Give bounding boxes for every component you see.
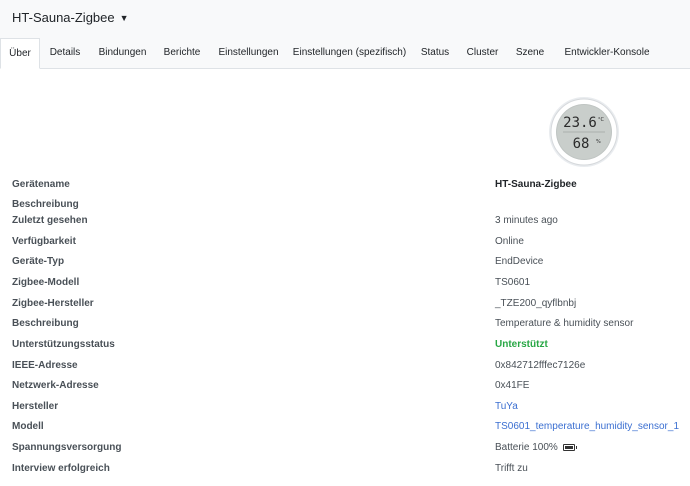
- tab-status[interactable]: Status: [413, 38, 457, 68]
- property-value: HT-Sauna-Zigbee: [495, 179, 577, 190]
- property-label: Zuletzt gesehen: [12, 215, 88, 226]
- property-label: Gerätename: [12, 179, 70, 190]
- property-value: 3 minutes ago: [495, 215, 558, 226]
- property-row: Gerätename HT-Sauna-Zigbee: [0, 176, 690, 194]
- property-value-text: 0x41FE: [495, 380, 530, 391]
- property-value: TS0601: [495, 277, 530, 288]
- property-label: Interview erfolgreich: [12, 463, 110, 474]
- property-value: Trifft zu: [495, 463, 528, 474]
- property-row: Zuletzt gesehen 3 minutes ago: [0, 212, 690, 230]
- header-bar: HT-Sauna-Zigbee ▼: [0, 0, 690, 38]
- property-value-link[interactable]: TS0601_temperature_humidity_sensor_1: [495, 421, 679, 432]
- tab-über[interactable]: Über: [0, 38, 40, 69]
- property-row: IEEE-Adresse 0x842712fffec7126e: [0, 357, 690, 375]
- property-value: Batterie 100%: [495, 442, 577, 453]
- tab-szene[interactable]: Szene: [508, 38, 552, 68]
- property-row: Beschreibung Temperature & humidity senso…: [0, 315, 690, 333]
- property-value: Online: [495, 236, 524, 247]
- property-label: Zigbee-Modell: [12, 277, 80, 288]
- property-value-text: TS0601: [495, 277, 531, 288]
- property-row: Interview erfolgreich Trifft zu: [0, 460, 690, 478]
- property-value: Unterstützt: [495, 339, 548, 350]
- svg-text:68: 68: [573, 136, 590, 152]
- property-label: Modell: [12, 421, 44, 432]
- property-label: IEEE-Adresse: [12, 360, 78, 371]
- property-value-text: _TZE200_qyflbnbj: [495, 298, 577, 309]
- property-value-link[interactable]: TuYa: [495, 401, 518, 412]
- property-row: Zigbee-Modell TS0601: [0, 274, 690, 292]
- property-label: Beschreibung: [12, 199, 79, 210]
- svg-text:23.6: 23.6: [563, 115, 597, 131]
- property-value: 0x842712fffec7126e: [495, 360, 585, 371]
- property-label: Zigbee-Hersteller: [12, 298, 94, 309]
- property-value-text: HT-Sauna-Zigbee: [495, 179, 577, 190]
- property-value-text: Online: [495, 236, 524, 247]
- property-value-text[interactable]: TuYa: [495, 401, 518, 412]
- tab-cluster[interactable]: Cluster: [457, 38, 508, 68]
- property-value-text: 0x842712fffec7126e: [495, 360, 586, 371]
- tab-einstellungen[interactable]: Einstellungen: [209, 38, 288, 68]
- property-value-text: Unterstützt: [495, 339, 548, 350]
- property-value-text[interactable]: TS0601_temperature_humidity_sensor_1: [495, 421, 679, 432]
- property-value-text: Temperature & humidity sensor: [495, 318, 634, 329]
- property-value: _TZE200_qyflbnbj: [495, 298, 576, 309]
- property-row: Hersteller TuYa: [0, 398, 690, 416]
- property-row: Modell TS0601_temperature_humidity_sensor…: [0, 418, 690, 436]
- tab-entwickler-konsole[interactable]: Entwickler-Konsole: [552, 38, 662, 68]
- property-value: 0x41FE: [495, 380, 529, 391]
- property-label: Geräte-Typ: [12, 256, 65, 267]
- property-value-text: Batterie 100%: [495, 442, 558, 453]
- tab-berichte[interactable]: Berichte: [155, 38, 209, 68]
- chevron-down-icon: ▼: [119, 12, 129, 23]
- property-label: Spannungsversorgung: [12, 442, 122, 453]
- device-title-dropdown[interactable]: HT-Sauna-Zigbee ▼: [12, 10, 129, 25]
- property-value: EndDevice: [495, 256, 543, 267]
- tab-bindungen[interactable]: Bindungen: [90, 38, 155, 68]
- device-title: HT-Sauna-Zigbee: [12, 10, 115, 25]
- property-row: Spannungsversorgung Batterie 100%: [0, 439, 690, 457]
- svg-text:°C: °C: [598, 117, 605, 123]
- tab-einstellungen-spezifisch[interactable]: Einstellungen (spezifisch): [286, 38, 413, 68]
- property-row: Verfügbarkeit Online: [0, 233, 690, 251]
- svg-text:%: %: [596, 139, 601, 145]
- property-value-text: EndDevice: [495, 256, 544, 267]
- property-value: Temperature & humidity sensor: [495, 318, 633, 329]
- property-label: Hersteller: [12, 401, 59, 412]
- property-row: Unterstützungsstatus Unterstützt: [0, 336, 690, 354]
- property-label: Beschreibung: [12, 318, 79, 329]
- property-label: Netzwerk-Adresse: [12, 380, 99, 391]
- device-image: 23.6 °C 68 %: [549, 97, 619, 167]
- tab-bar: Über Details Bindungen Berichte Einstellunge…: [0, 38, 690, 69]
- property-row: Geräte-Typ EndDevice: [0, 253, 690, 271]
- property-value-text: 3 minutes ago: [495, 215, 558, 226]
- property-row: Zigbee-Hersteller _TZE200_qyflbnbj: [0, 295, 690, 313]
- battery-icon: [562, 443, 577, 451]
- property-value-text: Trifft zu: [495, 463, 528, 474]
- property-label: Unterstützungsstatus: [12, 339, 115, 350]
- property-label: Verfügbarkeit: [12, 236, 76, 247]
- property-row: Netzwerk-Adresse 0x41FE: [0, 377, 690, 395]
- battery-level-fill: [564, 445, 573, 449]
- tab-details[interactable]: Details: [40, 38, 90, 68]
